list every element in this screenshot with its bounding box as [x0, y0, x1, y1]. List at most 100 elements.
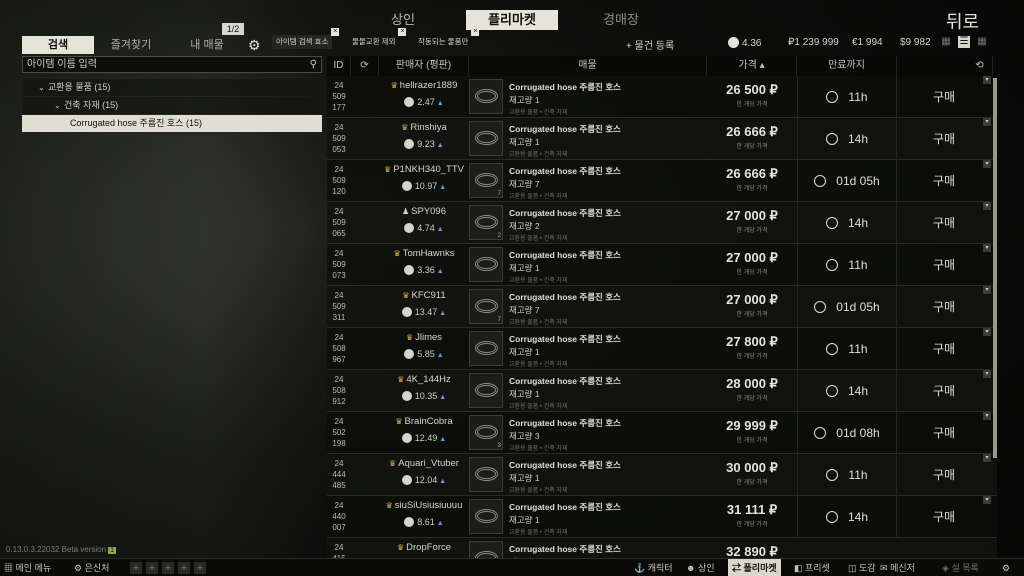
settings-gear-icon[interactable]: ⚙: [248, 37, 261, 54]
buy-button[interactable]: 구매 ▾: [897, 202, 991, 244]
quick-slot[interactable]: +: [194, 562, 206, 574]
view-grid-icon[interactable]: ▦: [976, 36, 988, 48]
tab-traders[interactable]: 상인: [380, 10, 426, 30]
chevron-down-icon[interactable]: ▾: [983, 286, 991, 294]
seller-name[interactable]: ♛ 4K_144Hz: [379, 374, 469, 385]
quick-slot[interactable]: +: [162, 562, 174, 574]
seller-name[interactable]: ♛ Aquari_Vtuber: [379, 458, 469, 469]
seller-cell[interactable]: ♟ SPY096 4.74 ▲: [379, 206, 469, 233]
main-menu-button[interactable]: ▦ 메인 메뉴: [4, 559, 51, 576]
table-row[interactable]: 24 509 177 ♛ hellrazer1889 2.47 ▲ Corrugated ho…: [327, 76, 997, 118]
table-row[interactable]: 24 509 311 ♛ KFC911 13.47 ▲ 7 Corrugated hose 주름…: [327, 286, 997, 328]
buy-button[interactable]: 구매 ▾: [897, 160, 991, 202]
item-thumbnail[interactable]: [469, 499, 503, 534]
filter-chip-functional[interactable]: 작동되는 물품만 ×: [414, 28, 480, 49]
seller-name[interactable]: ♛ KFC911: [379, 290, 469, 301]
table-row[interactable]: 24 440 007 ♛ siuSiUsiusiuuuu 8.61 ▲ Corrugated …: [327, 496, 997, 538]
item-thumbnail[interactable]: 7: [469, 163, 503, 198]
item-thumbnail[interactable]: [469, 373, 503, 408]
seller-cell[interactable]: ♛ TomHawnks 3.36 ▲: [379, 248, 469, 275]
seller-name[interactable]: ♛ hellrazer1889: [379, 80, 469, 91]
header-seller[interactable]: 판매자 (평판): [379, 56, 469, 76]
item-thumbnail[interactable]: [469, 457, 503, 492]
subtab-favorites[interactable]: 즐겨찾기: [102, 36, 160, 54]
buy-button[interactable]: 구매 ▾: [897, 412, 991, 454]
search-icon[interactable]: ⚲: [310, 57, 317, 72]
item-thumbnail[interactable]: [469, 331, 503, 366]
table-row[interactable]: 24 509 120 ♛ P1NKH340_TTV 10.97 ▲ 7 Corrugated h…: [327, 160, 997, 202]
filter-chip-search[interactable]: 아이템 검색 효소 ×: [272, 28, 340, 49]
view-list-icon[interactable]: ☰: [958, 36, 970, 48]
chevron-down-icon[interactable]: ▾: [983, 244, 991, 252]
close-icon[interactable]: ×: [331, 28, 340, 36]
tree-item-corrugated-hose[interactable]: Corrugated hose 주름진 호스 (15): [22, 115, 322, 132]
subtab-search[interactable]: 검색: [22, 36, 94, 54]
item-thumbnail[interactable]: [469, 121, 503, 156]
chevron-down-icon[interactable]: ▾: [983, 412, 991, 420]
seller-cell[interactable]: ♛ siuSiUsiusiuuuu 8.61 ▲: [379, 500, 469, 527]
seller-name[interactable]: ♛ P1NKH340_TTV: [379, 164, 469, 175]
hideout-button[interactable]: ⚙ 은신처: [74, 559, 109, 576]
table-row[interactable]: 24 509 053 ♛ Rinshiya 9.23 ▲ Corrugated hose 주름…: [327, 118, 997, 160]
seller-name[interactable]: ♛ Jlimes: [379, 332, 469, 343]
survey-button[interactable]: ◈ 설 목록: [942, 559, 979, 576]
chevron-down-icon[interactable]: ▾: [983, 454, 991, 462]
seller-cell[interactable]: ♛ Aquari_Vtuber 12.04 ▲: [379, 458, 469, 485]
table-row[interactable]: 24 444 485 ♛ Aquari_Vtuber 12.04 ▲ Corrugated h…: [327, 454, 997, 496]
add-offer-button[interactable]: + 물건 등록: [626, 37, 674, 52]
messenger-button[interactable]: ✉ 메신저: [880, 559, 915, 576]
buy-button[interactable]: 구매 ▾: [897, 370, 991, 412]
seller-cell[interactable]: ♛ KFC911 13.47 ▲: [379, 290, 469, 317]
seller-name[interactable]: ♛ DropForce: [379, 542, 469, 553]
buy-button[interactable]: 구매 ▾: [897, 454, 991, 496]
view-compact-icon[interactable]: ▦: [940, 36, 952, 48]
buy-button[interactable]: 구매 ▾: [897, 496, 991, 538]
header-price[interactable]: 가격 ▴: [707, 56, 797, 76]
subtab-my-offers[interactable]: 내 매물: [182, 36, 232, 54]
buy-button[interactable]: 구매 ▾: [897, 286, 991, 328]
close-icon[interactable]: ×: [471, 28, 480, 36]
seller-cell[interactable]: ♛ DropForce: [379, 542, 469, 553]
seller-cell[interactable]: ♛ BrainCobra 12.49 ▲: [379, 416, 469, 443]
back-button[interactable]: 뒤로: [946, 8, 979, 34]
seller-cell[interactable]: ♛ Jlimes 5.85 ▲: [379, 332, 469, 359]
character-button[interactable]: ⚓ 캐릭터: [634, 559, 673, 576]
filter-chip-no-barter[interactable]: 물물교환 제외 ×: [348, 28, 407, 49]
item-thumbnail[interactable]: 2: [469, 205, 503, 240]
traders-button[interactable]: ☻ 상인: [686, 559, 715, 576]
chevron-down-icon[interactable]: ▾: [983, 160, 991, 168]
tree-item-barter[interactable]: ⌄ 교환용 물품 (15): [22, 79, 322, 96]
reset-icon[interactable]: ⟲: [967, 56, 993, 76]
chevron-down-icon[interactable]: ▾: [983, 496, 991, 504]
builds-button[interactable]: ◧ 프리셋: [794, 559, 830, 576]
header-id[interactable]: ID: [327, 56, 351, 76]
seller-name[interactable]: ♟ SPY096: [379, 206, 469, 217]
chevron-down-icon[interactable]: ▾: [983, 118, 991, 126]
tree-item-building[interactable]: ⌄ 건축 자재 (15): [22, 97, 322, 114]
item-thumbnail[interactable]: [469, 247, 503, 282]
seller-cell[interactable]: ♛ P1NKH340_TTV 10.97 ▲: [379, 164, 469, 191]
buy-button[interactable]: 구매 ▾: [897, 118, 991, 160]
seller-name[interactable]: ♛ siuSiUsiusiuuuu: [379, 500, 469, 511]
table-scrollbar[interactable]: [993, 78, 997, 458]
header-item[interactable]: 매물: [469, 56, 707, 76]
header-expiry[interactable]: 만료까지: [797, 56, 897, 76]
table-row[interactable]: 24 509 065 ♟ SPY096 4.74 ▲ 2 Corrugated hose 주름진…: [327, 202, 997, 244]
buy-button[interactable]: 구매 ▾: [897, 76, 991, 118]
quick-slot[interactable]: +: [130, 562, 142, 574]
chevron-down-icon[interactable]: ▾: [983, 370, 991, 378]
handbook-button[interactable]: ◫ 도감: [848, 559, 876, 576]
buy-button[interactable]: 구매 ▾: [897, 328, 991, 370]
table-row[interactable]: 24 502 198 ♛ BrainCobra 12.49 ▲ 3 Corrugated hos…: [327, 412, 997, 454]
settings-gear-icon[interactable]: ⚙: [1002, 559, 1010, 576]
quick-slot[interactable]: +: [146, 562, 158, 574]
refresh-icon[interactable]: ⟳: [351, 56, 379, 76]
item-thumbnail[interactable]: [469, 79, 503, 114]
table-row[interactable]: 24 508 967 ♛ Jlimes 5.85 ▲ Corrugated hose 주름진 …: [327, 328, 997, 370]
chevron-down-icon[interactable]: ▾: [983, 202, 991, 210]
table-row[interactable]: 24 509 073 ♛ TomHawnks 3.36 ▲ Corrugated hose 주…: [327, 244, 997, 286]
table-row[interactable]: 24 508 912 ♛ 4K_144Hz 10.35 ▲ Corrugated hose 주…: [327, 370, 997, 412]
seller-name[interactable]: ♛ BrainCobra: [379, 416, 469, 427]
quick-slot[interactable]: +: [178, 562, 190, 574]
buy-button[interactable]: 구매 ▾: [897, 244, 991, 286]
